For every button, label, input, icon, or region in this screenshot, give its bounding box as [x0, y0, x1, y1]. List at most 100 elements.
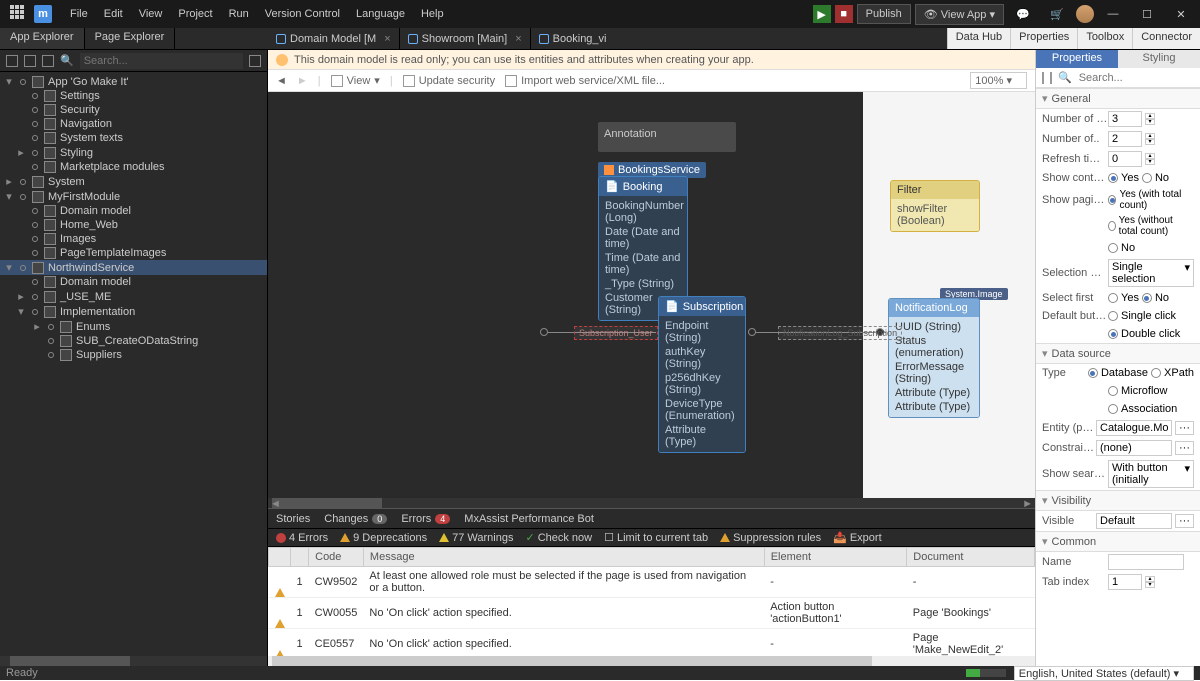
collapse-all-icon[interactable] [24, 55, 36, 67]
menu-run[interactable]: Run [221, 8, 257, 20]
selfirst-no[interactable] [1142, 293, 1152, 303]
fwd-icon[interactable]: ► [297, 75, 308, 87]
tree-item[interactable]: ▾NorthwindService [0, 260, 267, 275]
tree-item[interactable]: Domain model [0, 275, 267, 289]
avatar[interactable] [1076, 5, 1094, 23]
menu-lang[interactable]: Language [348, 8, 413, 20]
publish-button[interactable]: Publish [857, 4, 911, 24]
paging-opt1[interactable] [1108, 221, 1116, 231]
selmode-select[interactable]: Single selection▾ [1108, 259, 1194, 287]
doc-tab[interactable]: Showroom [Main]× [400, 28, 531, 49]
group-general[interactable]: ▾General [1036, 88, 1200, 109]
tab-properties[interactable]: Properties [1010, 28, 1077, 49]
tree-item[interactable]: ▸System [0, 174, 267, 189]
filter-icon[interactable] [249, 55, 261, 67]
tree-item[interactable]: ▸Styling [0, 145, 267, 160]
menu-edit[interactable]: Edit [96, 8, 131, 20]
sidebar-search[interactable] [80, 53, 243, 69]
menu-view[interactable]: View [131, 8, 171, 20]
language-select[interactable]: English, United States (default) ▾ [1014, 666, 1194, 681]
limit-tab-toggle[interactable]: ☐Limit to current tab [604, 531, 708, 544]
visible-input[interactable] [1096, 513, 1172, 529]
tree-item[interactable]: Domain model [0, 204, 267, 218]
tree-item[interactable]: ▾App 'Go Make It' [0, 74, 267, 89]
tab-datahub[interactable]: Data Hub [947, 28, 1010, 49]
entity-input[interactable] [1096, 420, 1172, 436]
dock-tab-mxassist[interactable]: MxAssist Performance Bot [464, 513, 594, 525]
domain-canvas[interactable]: Annotation BookingsService 📄Booking Book… [268, 92, 1035, 498]
stop-icon[interactable]: ■ [835, 5, 853, 23]
entity-filter[interactable]: Filter showFilter (Boolean) [890, 180, 980, 232]
export-button[interactable]: 📤Export [833, 531, 882, 544]
constraints-browse[interactable]: ··· [1175, 441, 1194, 455]
tab-connector[interactable]: Connector [1132, 28, 1200, 49]
doc-tab[interactable]: Booking_view [Ma× [531, 28, 608, 49]
type-mf[interactable] [1108, 386, 1118, 396]
chat-icon[interactable]: 💬 [1008, 3, 1038, 25]
tree-item[interactable]: Navigation [0, 117, 267, 131]
tree-item[interactable]: Settings [0, 89, 267, 103]
group-visibility[interactable]: ▾Visibility [1036, 490, 1200, 511]
tree-item[interactable]: System texts [0, 131, 267, 145]
assoc-notiflog-sub[interactable]: NotificationLog_Subscription [778, 326, 902, 340]
group-common[interactable]: ▾Common [1036, 531, 1200, 552]
subtab-styling[interactable]: Styling [1118, 50, 1200, 68]
filter-deprecations[interactable]: 9 Deprecations [340, 532, 427, 544]
dbtn-single[interactable] [1108, 311, 1118, 321]
tree-item[interactable]: SUB_CreateODataString [0, 334, 267, 348]
error-row[interactable]: 1CW9502At least one allowed role must be… [269, 567, 1035, 598]
minimize-icon[interactable]: — [1098, 3, 1128, 25]
close-icon[interactable]: ✕ [1166, 3, 1196, 25]
doc-tab[interactable]: Domain Model [M× [268, 28, 400, 49]
back-icon[interactable]: ◄ [276, 75, 287, 87]
tree-item[interactable]: PageTemplateImages [0, 246, 267, 260]
view-app-button[interactable]: 👁 View App ▾ [915, 4, 1004, 25]
paging-opt0[interactable] [1108, 195, 1116, 205]
check-now-button[interactable]: ✓Check now [525, 531, 592, 544]
error-row[interactable]: 1CW0055No 'On click' action specified.Ac… [269, 598, 1035, 629]
dock-tab-stories[interactable]: Stories [276, 513, 310, 525]
error-row[interactable]: 1CE0557No 'On click' action specified.-P… [269, 629, 1035, 657]
tab-toolbox[interactable]: Toolbox [1077, 28, 1132, 49]
spinner[interactable]: ▴▾ [1145, 113, 1155, 125]
subtab-properties[interactable]: Properties [1036, 50, 1118, 68]
tree-item[interactable]: Suppliers [0, 348, 267, 362]
close-tab-icon[interactable]: × [384, 33, 390, 45]
update-security-button[interactable]: Update security [403, 75, 495, 87]
close-tab-icon[interactable]: × [515, 33, 521, 45]
paging-opt2[interactable] [1108, 243, 1118, 253]
number-cols-input[interactable] [1108, 131, 1142, 147]
assoc-subscription-user[interactable]: Subscription_User [574, 326, 658, 340]
menu-vcs[interactable]: Version Control [257, 8, 348, 20]
selfirst-yes[interactable] [1108, 293, 1118, 303]
props-search[interactable] [1078, 71, 1200, 85]
sync-icon[interactable] [42, 55, 54, 67]
visible-browse[interactable]: ··· [1175, 514, 1194, 528]
props-icon2[interactable] [1050, 72, 1052, 84]
tree-item[interactable]: Security [0, 103, 267, 117]
apps-icon[interactable] [10, 5, 28, 23]
expand-all-icon[interactable] [6, 55, 18, 67]
suppression-rules[interactable]: Suppression rules [720, 532, 821, 544]
number-rows-input[interactable] [1108, 111, 1142, 127]
run-icon[interactable]: ▶ [813, 5, 831, 23]
entity-notificationlog[interactable]: NotificationLog UUID (String)Status (enu… [888, 298, 980, 418]
import-button[interactable]: Import web service/XML file... [505, 75, 665, 87]
menu-file[interactable]: File [62, 8, 96, 20]
type-xpath[interactable] [1151, 368, 1161, 378]
canvas-scroll[interactable]: ◄► [268, 498, 1035, 508]
props-icon1[interactable] [1042, 72, 1044, 84]
tree-item[interactable]: ▸Enums [0, 319, 267, 334]
filter-errors[interactable]: 4 Errors [276, 532, 328, 544]
menu-project[interactable]: Project [170, 8, 220, 20]
group-datasource[interactable]: ▾Data source [1036, 343, 1200, 364]
maximize-icon[interactable]: ☐ [1132, 3, 1162, 25]
tree-item[interactable]: ▸_USE_ME [0, 289, 267, 304]
tree-item[interactable]: Home_Web [0, 218, 267, 232]
tree-item[interactable]: Images [0, 232, 267, 246]
searchbar-select[interactable]: With button (initially▾ [1108, 460, 1194, 488]
refresh-input[interactable] [1108, 151, 1142, 167]
tab-app-explorer[interactable]: App Explorer [0, 28, 85, 49]
type-db[interactable] [1088, 368, 1098, 378]
constraints-input[interactable] [1096, 440, 1172, 456]
